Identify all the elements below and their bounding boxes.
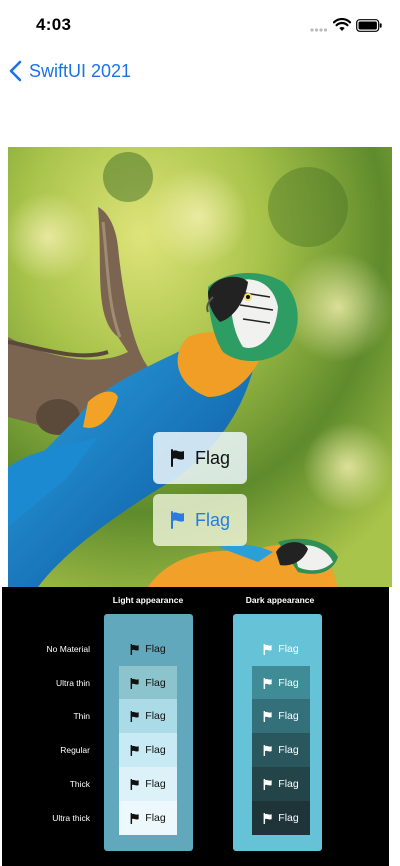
- status-bar: 4:03: [0, 0, 400, 50]
- light-material-cell: Flag: [119, 632, 177, 666]
- flag-icon: [130, 744, 139, 756]
- flag-icon: [170, 511, 184, 529]
- flag-icon: [130, 643, 139, 655]
- flag-button-label: Flag: [194, 447, 230, 468]
- flag-button-tinted[interactable]: Flag: [153, 494, 247, 546]
- dark-material-cell: Flag: [252, 767, 310, 801]
- material-row-label: Thin: [73, 711, 90, 721]
- material-cell-label: Flag: [145, 710, 166, 722]
- flag-icon: [263, 744, 272, 756]
- material-row-label: Regular: [60, 745, 90, 755]
- material-row-label: Thick: [69, 779, 90, 789]
- flag-icon: [170, 449, 184, 467]
- dark-material-cell: Flag: [252, 632, 310, 666]
- dark-material-cell: Flag: [252, 699, 310, 733]
- column-header-light: Light appearance: [112, 595, 184, 605]
- flag-icon: [130, 778, 139, 790]
- flag-icon: [263, 643, 272, 655]
- flag-icon: [130, 677, 139, 689]
- material-cell-label: Flag: [278, 643, 299, 655]
- light-material-cell: Flag: [119, 801, 177, 835]
- flag-icon: [130, 710, 139, 722]
- material-cell-label: Flag: [278, 812, 299, 824]
- back-button-label: SwiftUI 2021: [29, 60, 132, 81]
- light-material-cell: Flag: [119, 767, 177, 801]
- material-cell-label: Flag: [278, 778, 299, 790]
- material-cell-label: Flag: [145, 677, 166, 689]
- flag-button-light[interactable]: Flag: [153, 432, 247, 484]
- material-cell-label: Flag: [145, 778, 166, 790]
- flag-icon: [263, 677, 272, 689]
- flag-icon: [263, 812, 272, 824]
- wifi-icon: [333, 18, 351, 31]
- flag-button-label: Flag: [194, 509, 230, 530]
- light-material-cell: Flag: [119, 699, 177, 733]
- back-button[interactable]: SwiftUI 2021: [8, 58, 131, 84]
- material-row-label: No Material: [46, 644, 90, 654]
- material-row-label: Ultra thin: [55, 678, 90, 688]
- flag-icon: [263, 778, 272, 790]
- material-cell-label: Flag: [145, 744, 166, 756]
- chevron-left-icon: [9, 60, 22, 82]
- materials-comparison-panel: Light appearance Dark appearance No Mate…: [2, 587, 389, 866]
- column-header-dark: Dark appearance: [245, 595, 315, 605]
- cellular-signal-icon: [310, 28, 328, 32]
- material-cell-label: Flag: [278, 744, 299, 756]
- flag-icon: [130, 812, 139, 824]
- flag-icon: [263, 710, 272, 722]
- material-row-label: Ultra thick: [52, 813, 90, 823]
- material-cell-label: Flag: [145, 812, 166, 824]
- light-material-cell: Flag: [119, 666, 177, 700]
- dark-material-cell: Flag: [252, 801, 310, 835]
- light-material-cell: Flag: [119, 733, 177, 767]
- material-cell-label: Flag: [278, 710, 299, 722]
- material-cell-label: Flag: [145, 643, 166, 655]
- battery-icon: [356, 19, 382, 32]
- dark-material-cell: Flag: [252, 666, 310, 700]
- dark-material-cell: Flag: [252, 733, 310, 767]
- material-cell-label: Flag: [278, 677, 299, 689]
- status-time: 4:03: [36, 15, 72, 34]
